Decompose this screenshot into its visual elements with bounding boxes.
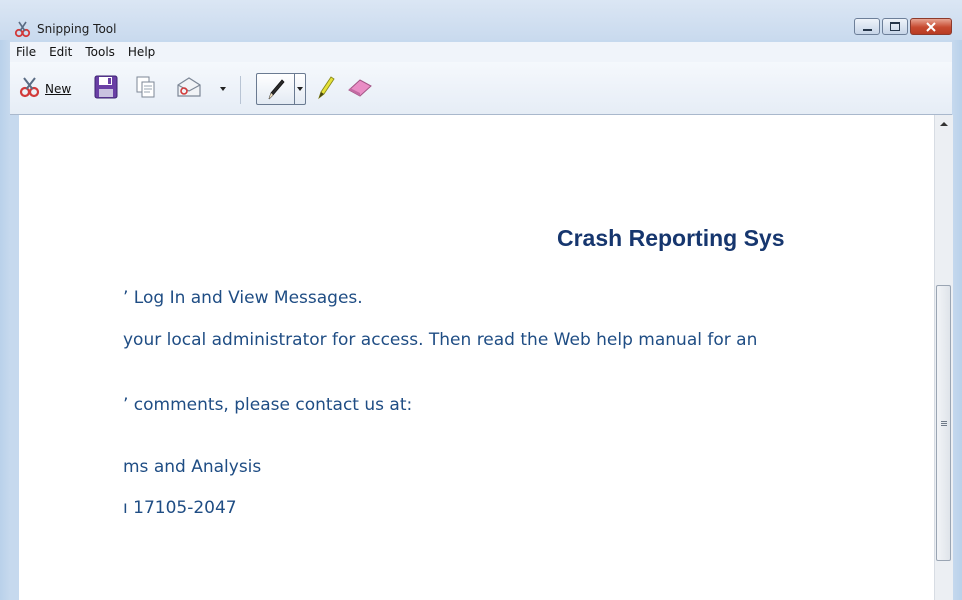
menu-tools[interactable]: Tools bbox=[79, 43, 122, 61]
vertical-scrollbar[interactable] bbox=[934, 115, 953, 600]
copy-button[interactable] bbox=[134, 74, 158, 104]
document-line-login: ’ Log In and View Messages. bbox=[123, 288, 363, 308]
minimize-icon bbox=[862, 28, 872, 31]
maximize-button[interactable] bbox=[882, 18, 908, 35]
maximize-icon bbox=[890, 22, 900, 31]
title-bar[interactable]: Snipping Tool bbox=[0, 0, 962, 40]
highlighter-button[interactable] bbox=[315, 74, 337, 104]
eraser-button[interactable] bbox=[346, 74, 374, 104]
scroll-thumb[interactable] bbox=[936, 285, 951, 561]
scroll-up-button[interactable] bbox=[935, 115, 953, 133]
document-line-access: your local administrator for access. The… bbox=[123, 330, 758, 350]
window-title: Snipping Tool bbox=[37, 22, 117, 36]
close-button[interactable] bbox=[910, 18, 952, 35]
save-icon bbox=[93, 74, 119, 104]
scroll-up-icon bbox=[940, 122, 948, 126]
pen-divider bbox=[294, 74, 295, 104]
pen-dropdown[interactable] bbox=[297, 87, 303, 91]
snip-canvas: Crash Reporting Sys ’ Log In and View Me… bbox=[19, 115, 934, 600]
grip-icon bbox=[940, 420, 947, 426]
close-icon bbox=[926, 21, 936, 32]
document-line-analysis: ms and Analysis bbox=[123, 457, 262, 477]
send-snip-dropdown[interactable] bbox=[220, 74, 226, 104]
minimize-button[interactable] bbox=[854, 18, 880, 35]
chevron-down-icon bbox=[297, 87, 303, 91]
send-snip-button[interactable] bbox=[175, 74, 203, 104]
document-line-comments: ’ comments, please contact us at: bbox=[123, 395, 413, 415]
highlighter-icon bbox=[315, 74, 337, 104]
pen-button[interactable] bbox=[256, 73, 306, 105]
new-snip-icon bbox=[18, 75, 42, 103]
document-line-zip: ı 17105-2047 bbox=[123, 498, 237, 518]
new-label: New bbox=[45, 82, 72, 96]
toolbar: New bbox=[10, 62, 952, 115]
send-snip-icon bbox=[175, 75, 203, 103]
toolbar-separator bbox=[240, 76, 241, 104]
chevron-down-icon bbox=[220, 87, 226, 91]
menu-bar: File Edit Tools Help bbox=[10, 42, 952, 62]
snipping-tool-window: Snipping Tool File Edit Tools Help New C… bbox=[0, 0, 962, 600]
save-button[interactable] bbox=[93, 74, 119, 104]
document-heading: Crash Reporting Sys bbox=[557, 225, 785, 251]
pen-icon bbox=[263, 77, 287, 105]
menu-help[interactable]: Help bbox=[122, 43, 162, 61]
menu-edit[interactable]: Edit bbox=[43, 43, 79, 61]
menu-file[interactable]: File bbox=[10, 43, 43, 61]
copy-icon bbox=[134, 75, 158, 103]
scissors-icon bbox=[14, 20, 32, 38]
eraser-icon bbox=[346, 76, 374, 102]
new-snip-button[interactable]: New bbox=[18, 74, 71, 104]
caption-buttons bbox=[854, 18, 952, 36]
